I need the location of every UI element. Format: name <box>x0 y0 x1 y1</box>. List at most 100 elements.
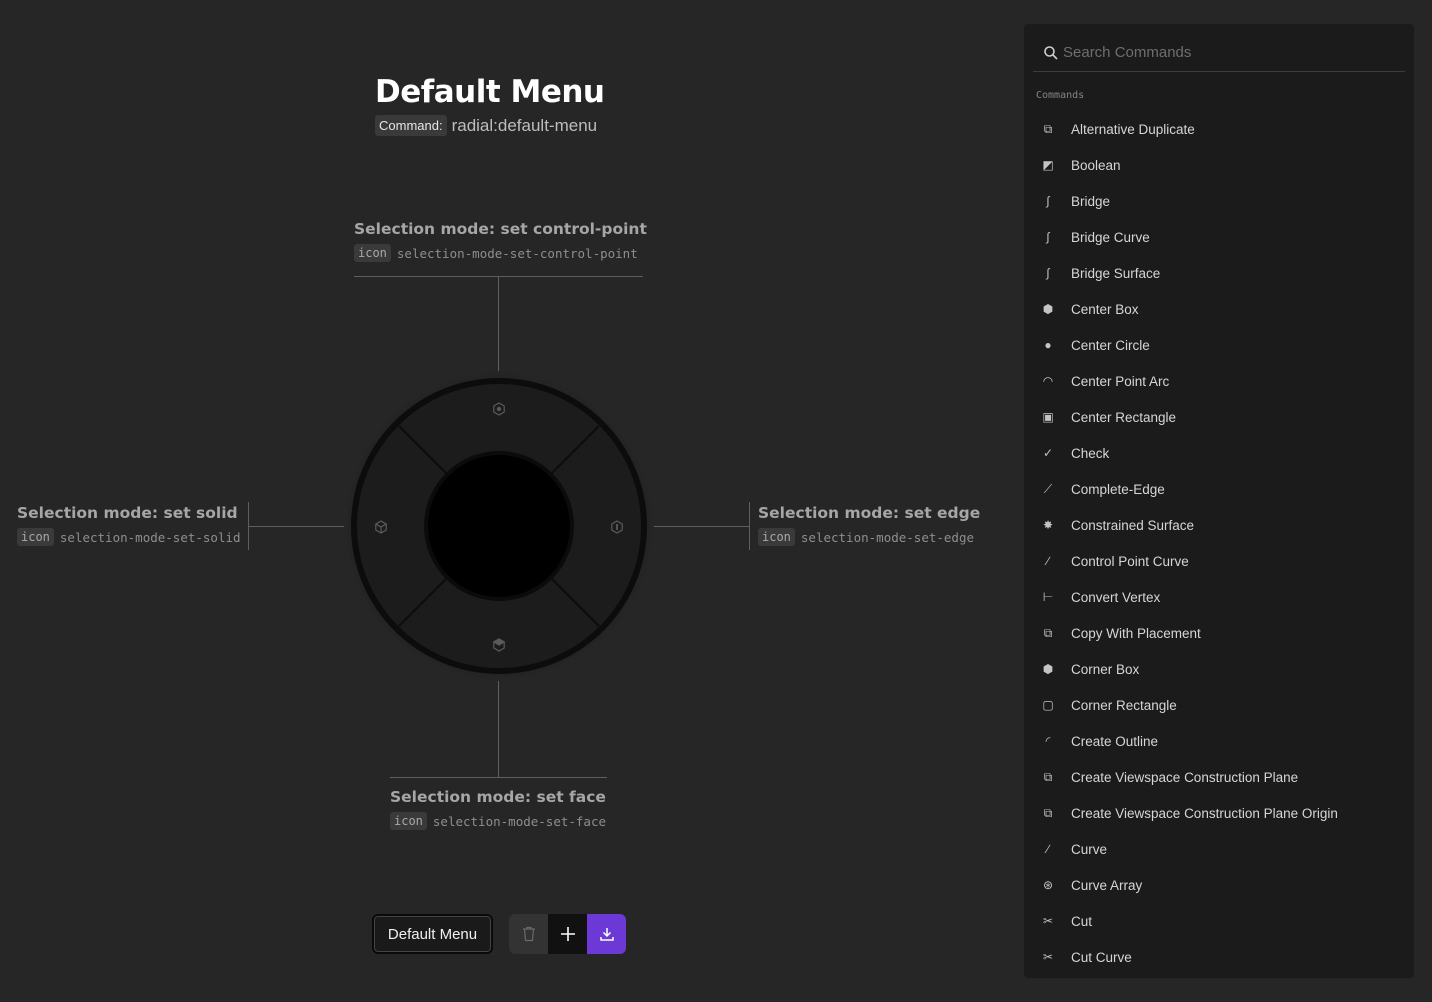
radial-label-title: Selection mode: set edge <box>758 504 981 522</box>
command-item[interactable]: ✸ Constrained Surface <box>1033 507 1405 543</box>
icon-name: selection-mode-set-face <box>432 813 606 829</box>
bottom-connector <box>498 680 499 777</box>
radial-label-left[interactable]: Selection mode: set solid icon selection… <box>17 504 241 546</box>
menu-action-group <box>509 914 626 954</box>
command-label: Copy With Placement <box>1071 625 1201 641</box>
command-item[interactable]: ⟋ Complete-Edge <box>1033 471 1405 507</box>
command-label: Curve Array <box>1071 877 1143 893</box>
command-item[interactable]: ⧉ Copy With Placement <box>1033 615 1405 651</box>
command-item[interactable]: ∫ Bridge Curve <box>1033 219 1405 255</box>
command-item[interactable]: ⧉ Alternative Duplicate <box>1033 111 1405 147</box>
icon-name: selection-mode-set-control-point <box>396 245 638 261</box>
command-label: Create Viewspace Construction Plane Orig… <box>1071 805 1338 821</box>
delete-button[interactable] <box>509 914 548 954</box>
bridge-icon: ∫ <box>1046 194 1050 208</box>
bridge-icon: ∫ <box>1046 266 1050 280</box>
command-item[interactable]: ⧉ Create Viewspace Construction Plane Ori… <box>1033 795 1405 831</box>
command-item[interactable]: ✂ Cut Curve <box>1033 939 1405 975</box>
command-item[interactable]: ◜ Create Outline <box>1033 723 1405 759</box>
command-label: Bridge Curve <box>1071 229 1150 245</box>
box-icon: ⬢ <box>1042 662 1054 676</box>
icon-badge: icon <box>758 528 795 546</box>
command-item[interactable]: ▣ Center Rectangle <box>1033 399 1405 435</box>
plane-icon: ⧉ <box>1043 805 1053 820</box>
plus-icon <box>560 927 575 941</box>
boolean-icon: ◩ <box>1042 158 1054 172</box>
command-label: Curve <box>1071 841 1108 857</box>
radial-label-top[interactable]: Selection mode: set control-point icon s… <box>354 220 647 262</box>
command-label: Alternative Duplicate <box>1071 121 1195 137</box>
command-badge: Command: <box>375 115 447 136</box>
menu-header: Default Menu Command: radial:default-men… <box>375 72 605 136</box>
check-icon: ✓ <box>1042 446 1054 460</box>
command-item[interactable]: ⬢ Corner Box <box>1033 651 1405 687</box>
radial-label-meta: icon selection-mode-set-solid <box>17 528 241 546</box>
command-label: Create Viewspace Construction Plane <box>1071 769 1299 785</box>
circle-icon: ● <box>1044 338 1052 352</box>
icon-badge: icon <box>354 244 391 262</box>
command-item[interactable]: ⊛ Curve Array <box>1033 867 1405 903</box>
curve-icon: ∕ <box>1046 554 1049 568</box>
scissors-icon: ✂ <box>1042 914 1054 928</box>
command-label: Center Box <box>1071 301 1139 317</box>
command-label: Convert Vertex <box>1071 589 1161 605</box>
command-item[interactable]: ◠ Center Point Arc <box>1033 363 1405 399</box>
search-bar <box>1033 34 1405 72</box>
search-icon <box>1044 45 1058 60</box>
export-button[interactable] <box>587 914 626 954</box>
section-label: Commands <box>1036 90 1085 101</box>
search-input[interactable] <box>1063 44 1383 61</box>
command-label: Center Circle <box>1071 337 1150 353</box>
menu-title: Default Menu <box>375 74 605 110</box>
command-item[interactable]: ◩ Boolean <box>1033 147 1405 183</box>
command-list: ⧉ Alternative Duplicate ◩ Boolean ∫ Bridge ∫ Br… <box>1033 111 1405 975</box>
command-item[interactable]: ∫ Bridge Surface <box>1033 255 1405 291</box>
rect-corner-icon: ▢ <box>1042 698 1054 712</box>
radial-label-title: Selection mode: set control-point <box>354 220 647 238</box>
icon-name: selection-mode-set-edge <box>800 529 974 545</box>
menu-name-button[interactable]: Default Menu <box>372 914 493 954</box>
icon-badge: icon <box>390 812 427 830</box>
command-row: Command: radial:default-menu <box>375 115 604 136</box>
command-label: Center Rectangle <box>1071 409 1177 425</box>
command-item[interactable]: ● Center Circle <box>1033 327 1405 363</box>
command-label: Control Point Curve <box>1071 553 1189 569</box>
command-item[interactable]: ∕ Control Point Curve <box>1033 543 1405 579</box>
array-icon: ⊛ <box>1042 878 1054 892</box>
command-label: Cut Curve <box>1071 949 1132 965</box>
top-connector <box>498 277 499 373</box>
command-item[interactable]: ⊢ Convert Vertex <box>1033 579 1405 615</box>
radial-center[interactable] <box>428 455 570 597</box>
command-label: Constrained Surface <box>1071 517 1195 533</box>
command-label: Complete-Edge <box>1071 481 1165 497</box>
right-connector <box>652 526 749 527</box>
trash-icon <box>522 926 535 942</box>
copy-icon: ⧉ <box>1043 625 1053 640</box>
radial-label-right[interactable]: Selection mode: set edge icon selection-… <box>758 504 980 546</box>
plane-icon: ⧉ <box>1043 769 1053 784</box>
right-label-bar <box>749 502 750 550</box>
command-label: Bridge Surface <box>1071 265 1161 281</box>
radial-menu <box>344 371 654 681</box>
command-item[interactable]: ▢ Corner Rectangle <box>1033 687 1405 723</box>
command-item[interactable]: ✓ Check <box>1033 435 1405 471</box>
radial-label-meta: icon selection-mode-set-edge <box>758 528 980 546</box>
command-item[interactable]: ⧉ Create Viewspace Construction Plane <box>1033 759 1405 795</box>
command-label: Cut <box>1071 913 1093 929</box>
command-item[interactable]: ⬢ Center Box <box>1033 291 1405 327</box>
command-item[interactable]: ∕ Curve <box>1033 831 1405 867</box>
icon-badge: icon <box>17 528 54 546</box>
constrained-icon: ✸ <box>1042 518 1054 532</box>
command-item[interactable]: ✂ Cut <box>1033 903 1405 939</box>
add-button[interactable] <box>548 914 587 954</box>
command-value: radial:default-menu <box>451 115 598 135</box>
box-icon: ⬢ <box>1042 302 1054 316</box>
icon-name: selection-mode-set-solid <box>59 529 241 545</box>
command-label: Corner Rectangle <box>1071 697 1177 713</box>
bottom-label-overline <box>390 777 607 778</box>
radial-label-title: Selection mode: set solid <box>17 504 238 522</box>
vertex-icon: ⊢ <box>1042 590 1054 604</box>
commands-panel: Commands ⧉ Alternative Duplicate ◩ Boolean ∫… <box>1024 24 1414 978</box>
command-item[interactable]: ∫ Bridge <box>1033 183 1405 219</box>
radial-label-bottom[interactable]: Selection mode: set face icon selection-… <box>390 788 606 830</box>
